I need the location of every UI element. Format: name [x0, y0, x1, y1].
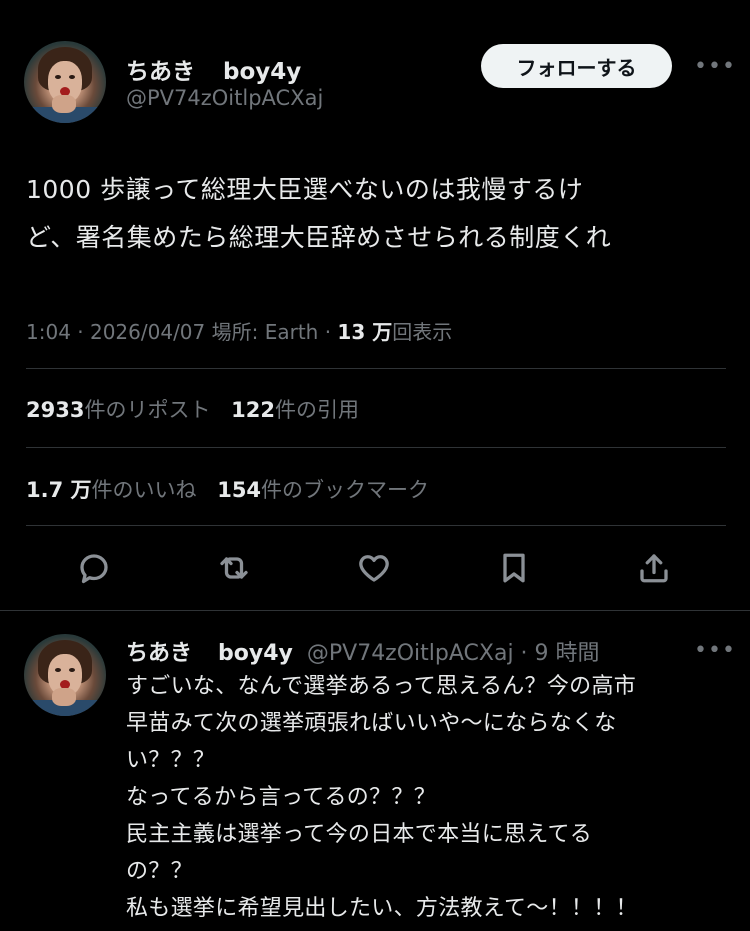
avatar-eye-left: [55, 668, 61, 672]
share-icon: [640, 554, 668, 583]
retweet-button[interactable]: [214, 548, 254, 588]
reply-text: すごいな、なんで選挙あるって思えるん？今の高市 早苗みて次の選挙頑張ればいいや〜…: [126, 668, 741, 927]
reply-icon: [80, 554, 108, 584]
tweet-text: 1000 歩譲って総理大臣選べないのは我慢するけ ど、署名集めたら総理大臣辞めさ…: [26, 166, 736, 262]
tweet-timestamp[interactable]: 1:04 · 2026/04/07 場所: Earth ·: [26, 320, 337, 344]
divider: [26, 525, 726, 526]
likes-label: 件のいいね: [91, 478, 197, 502]
avatar-eye-left: [55, 75, 61, 79]
views-count: 13 万: [337, 320, 393, 344]
reply-text-line: 私も選挙に希望見出したい、方法教えて〜！！！！: [126, 896, 638, 921]
share-button[interactable]: [634, 548, 674, 588]
likes-bookmarks-row: 1.7 万件のいいね 154件のブックマーク: [26, 474, 429, 504]
likes-link[interactable]: 1.7 万件のいいね: [26, 478, 197, 502]
like-icon: [359, 555, 389, 582]
reply-button[interactable]: [74, 548, 114, 588]
avatar-eye-right: [69, 668, 75, 672]
display-name[interactable]: ちあき boy4y: [126, 52, 301, 86]
tweet-text-line: 1000 歩譲って総理大臣選べないのは我慢するけ: [26, 175, 584, 204]
reposts-quotes-row: 2933件のリポスト 122件の引用: [26, 394, 359, 424]
display-name-suffix: boy4y: [223, 59, 302, 85]
reposts-label: 件のリポスト: [84, 398, 211, 422]
quotes-count: 122: [231, 398, 275, 422]
reposts-link[interactable]: 2933件のリポスト: [26, 398, 210, 422]
reply-display-name-suffix[interactable]: boy4y: [218, 641, 293, 666]
user-handle[interactable]: @PV74zOitlpACXaj: [126, 86, 323, 110]
reply-handle-time[interactable]: @PV74zOitlpACXaj · 9 時間: [307, 641, 600, 666]
reposts-count: 2933: [26, 398, 85, 422]
reply-avatar[interactable]: [24, 634, 106, 716]
quotes-link[interactable]: 122件の引用: [231, 398, 359, 422]
reply-text-line: の？？: [126, 859, 193, 884]
reply-text-line: すごいな、なんで選挙あるって思えるん？今の高市: [126, 674, 637, 699]
divider: [26, 368, 726, 369]
reply-header: ちあき boy4y @PV74zOitlpACXaj · 9 時間: [126, 635, 600, 667]
bookmarks-label: 件のブックマーク: [261, 478, 430, 502]
reply-display-name[interactable]: ちあき: [126, 641, 192, 666]
bookmarks-link[interactable]: 154件のブックマーク: [217, 478, 429, 502]
reply-text-line: なってるから言ってるの？？？: [126, 785, 437, 810]
divider: [0, 610, 750, 611]
reply-text-line: 民主主義は選挙って今の日本で本当に思えてる: [126, 822, 593, 847]
likes-count: 1.7 万: [26, 478, 92, 502]
bookmark-icon: [503, 553, 525, 583]
bookmarks-count: 154: [217, 478, 262, 502]
views-label: 回表示: [392, 320, 453, 344]
reply-text-line: 早苗みて次の選挙頑張ればいいや〜にならなくな: [126, 711, 617, 736]
bookmark-button[interactable]: [494, 548, 534, 588]
avatar-hand: [52, 688, 76, 706]
like-button[interactable]: [354, 548, 394, 588]
avatar[interactable]: [24, 41, 106, 123]
tweet-meta: 1:04 · 2026/04/07 場所: Earth · 13 万回表示: [26, 316, 452, 345]
tweet-text-line: ど、署名集めたら総理大臣辞めさせられる制度くれ: [26, 223, 612, 252]
avatar-hand: [52, 95, 76, 113]
follow-button[interactable]: フォローする: [481, 44, 672, 88]
display-name-text: ちあき: [126, 59, 195, 85]
more-options-icon[interactable]: •••: [694, 54, 736, 79]
reply-text-line: い？？？: [126, 748, 216, 773]
avatar-eye-right: [69, 75, 75, 79]
quotes-label: 件の引用: [274, 398, 359, 422]
reply-more-options-icon[interactable]: •••: [694, 638, 736, 663]
divider: [26, 447, 726, 448]
retweet-icon: [220, 557, 248, 579]
